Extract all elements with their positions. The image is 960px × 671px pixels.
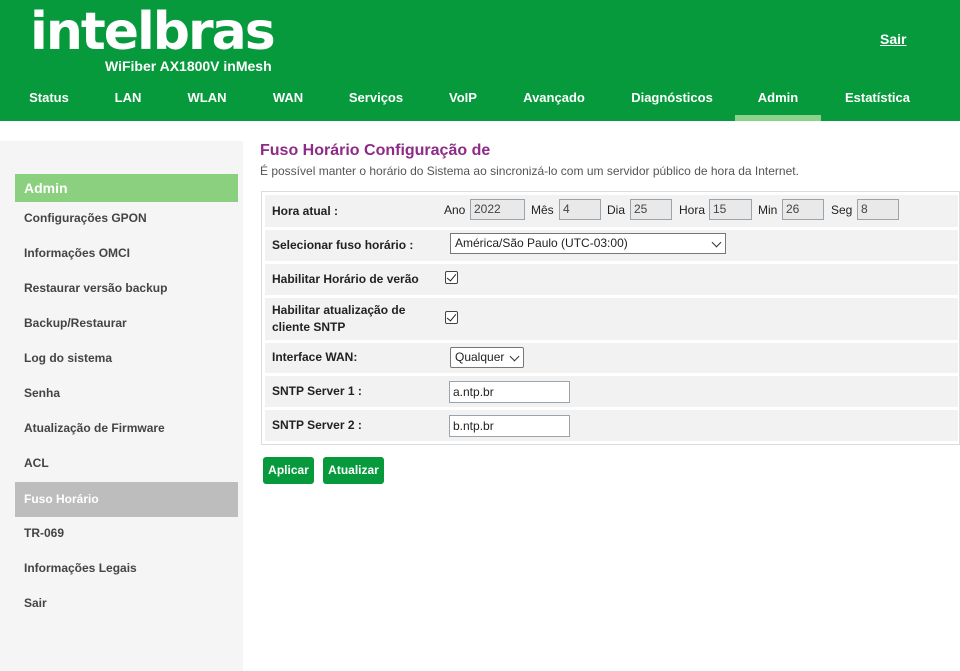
refresh-button[interactable]: Atualizar xyxy=(323,457,384,484)
month-field: 4 xyxy=(559,199,601,220)
timezone-select-value: América/São Paulo (UTC-03:00) xyxy=(455,236,628,250)
min-field: 26 xyxy=(782,199,824,220)
sidebar-item-password[interactable]: Senha xyxy=(15,376,238,411)
sntp-client-checkbox[interactable] xyxy=(445,311,458,324)
intelbras-logo: intelbras xyxy=(30,2,276,62)
nav-avancado[interactable]: Avançado xyxy=(512,80,596,121)
row-dst: Habilitar Horário de verão xyxy=(265,264,958,295)
chevron-down-icon xyxy=(711,237,722,248)
sec-label: Seg xyxy=(831,203,853,217)
page-description: É possível manter o horário do Sistema a… xyxy=(260,164,799,178)
nav-wan[interactable]: WAN xyxy=(258,80,318,121)
page-title: Fuso Horário Configuração de xyxy=(260,142,491,159)
nav-voip[interactable]: VoIP xyxy=(438,80,488,121)
nav-estatistica[interactable]: Estatística xyxy=(835,80,920,121)
device-model: WiFiber AX1800V inMesh xyxy=(105,58,272,74)
nav-wlan[interactable]: WLAN xyxy=(172,80,242,121)
nav-lan[interactable]: LAN xyxy=(98,80,158,121)
timezone-form: Hora atual : Selecionar fuso horário : H… xyxy=(261,191,960,445)
logout-link[interactable]: Sair xyxy=(880,31,906,47)
row-sntp-client: Habilitar atualização de cliente SNTP xyxy=(265,298,958,340)
year-label: Ano xyxy=(444,203,466,217)
nav-servicos[interactable]: Serviços xyxy=(336,80,416,121)
top-nav: Status LAN WLAN WAN Serviços VoIP Avança… xyxy=(0,80,960,121)
nav-admin[interactable]: Admin xyxy=(735,80,821,121)
sidebar-item-firmware[interactable]: Atualização de Firmware xyxy=(15,411,238,446)
min-label: Min xyxy=(758,203,778,217)
apply-button[interactable]: Aplicar xyxy=(263,457,314,484)
sidebar-title: Admin xyxy=(15,174,238,202)
dst-label: Habilitar Horário de verão xyxy=(272,272,419,286)
month-label: Mês xyxy=(531,203,554,217)
sidebar-item-timezone[interactable]: Fuso Horário xyxy=(15,482,238,517)
sidebar: Admin Configurações GPON Informações OMC… xyxy=(0,141,243,671)
sec-field: 8 xyxy=(857,199,899,220)
sntp-client-label: Habilitar atualização de cliente SNTP xyxy=(272,303,406,334)
hour-label: Hora xyxy=(679,203,706,217)
header: intelbras WiFiber AX1800V inMesh Sair St… xyxy=(0,0,960,121)
sntp-server-2-input[interactable]: b.ntp.br xyxy=(449,415,570,437)
wan-interface-select-value: Qualquer xyxy=(455,350,505,364)
sntp-server-1-input[interactable]: a.ntp.br xyxy=(449,381,570,403)
dst-checkbox[interactable] xyxy=(445,271,458,284)
nav-status[interactable]: Status xyxy=(14,80,84,121)
sidebar-item-gpon[interactable]: Configurações GPON xyxy=(15,201,238,236)
timezone-select[interactable]: América/São Paulo (UTC-03:00) xyxy=(450,233,726,254)
nav-diagnosticos[interactable]: Diagnósticos xyxy=(622,80,722,121)
sidebar-item-tr069[interactable]: TR-069 xyxy=(15,516,238,551)
sidebar-item-logout[interactable]: Sair xyxy=(15,586,238,621)
check-icon xyxy=(446,271,457,282)
sidebar-item-omci[interactable]: Informações OMCI xyxy=(15,236,238,271)
sidebar-item-restore-backup-version[interactable]: Restaurar versão backup xyxy=(15,271,238,306)
wan-interface-label: Interface WAN: xyxy=(272,350,358,364)
row-sntp-server-1: SNTP Server 1 : xyxy=(265,376,958,407)
sidebar-item-legal-info[interactable]: Informações Legais xyxy=(15,551,238,586)
sntp-server-1-label: SNTP Server 1 : xyxy=(272,384,362,398)
current-time-label: Hora atual : xyxy=(272,204,339,218)
timezone-label: Selecionar fuso horário : xyxy=(272,238,414,252)
day-label: Dia xyxy=(607,203,626,217)
day-field: 25 xyxy=(630,199,672,220)
row-wan-interface: Interface WAN: xyxy=(265,343,958,373)
sidebar-item-system-log[interactable]: Log do sistema xyxy=(15,341,238,376)
chevron-down-icon xyxy=(509,351,520,362)
check-icon xyxy=(446,311,457,322)
wan-interface-select[interactable]: Qualquer xyxy=(450,347,524,368)
year-field: 2022 xyxy=(470,199,525,220)
sidebar-item-acl[interactable]: ACL xyxy=(15,446,238,481)
sidebar-item-backup-restore[interactable]: Backup/Restaurar xyxy=(15,306,238,341)
sntp-server-2-label: SNTP Server 2 : xyxy=(272,418,362,432)
row-sntp-server-2: SNTP Server 2 : xyxy=(265,410,958,441)
hour-field: 15 xyxy=(709,199,752,220)
